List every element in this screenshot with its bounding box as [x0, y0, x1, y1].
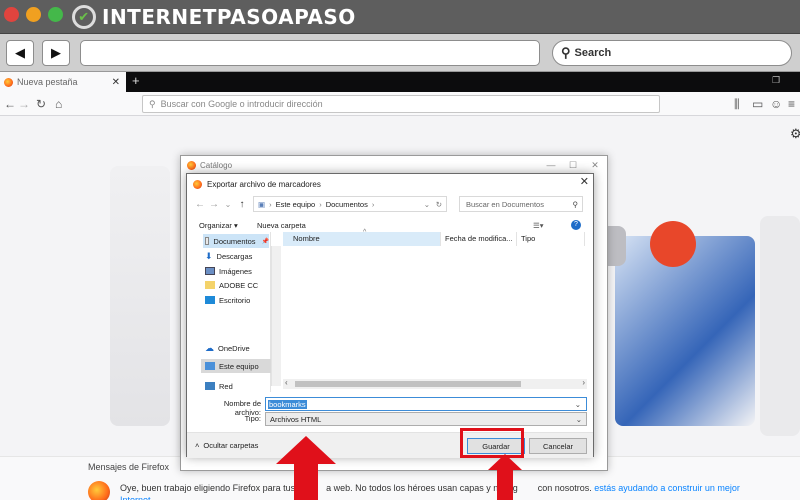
red-arrow-large [276, 436, 336, 500]
red-arrow-small [488, 454, 522, 500]
annotation-arrows [276, 436, 522, 500]
